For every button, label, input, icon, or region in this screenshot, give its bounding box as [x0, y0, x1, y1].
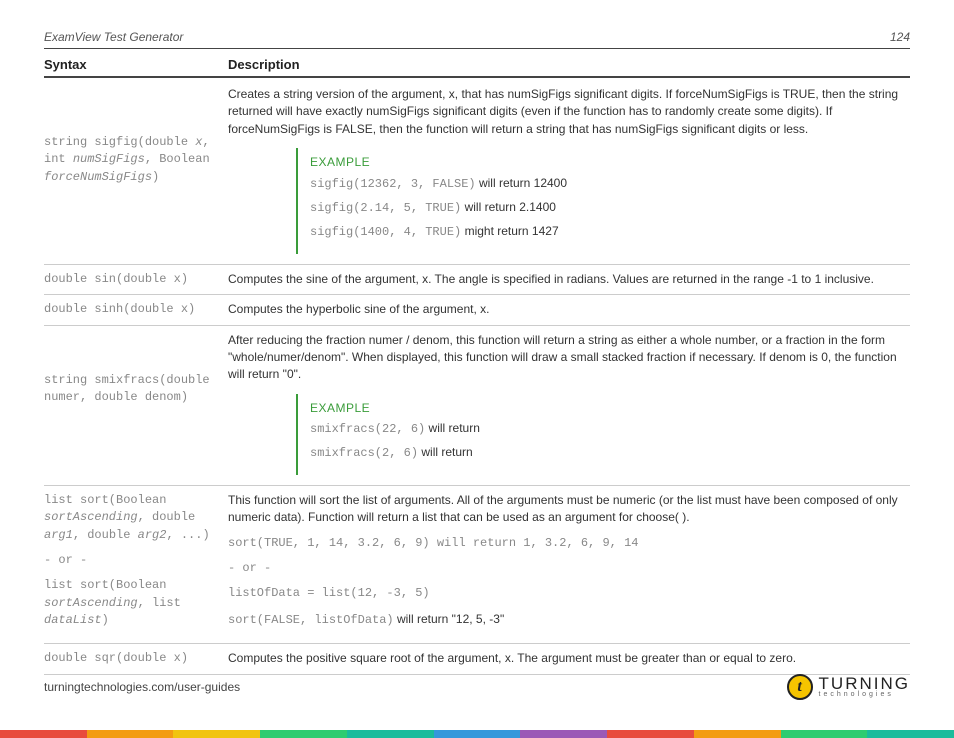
example-box: EXAMPLE sigfig(12362, 3, FALSE) will ret… — [296, 148, 910, 254]
code-line: sort(FALSE, listOfData) will return "12,… — [228, 611, 910, 629]
desc-cell-sin: Computes the sine of the argument, x. Th… — [228, 271, 910, 288]
document-page: ExamView Test Generator 124 Syntax Descr… — [0, 0, 954, 738]
desc-cell-smixfracs: After reducing the fraction numer / deno… — [228, 332, 910, 479]
syntax-cell-sort: list sort(Boolean sortAscending, double … — [44, 492, 228, 637]
example-line: smixfracs(22, 6) will return — [310, 420, 910, 438]
doc-title: ExamView Test Generator — [44, 30, 183, 44]
rainbow-border — [0, 730, 954, 738]
table-row: double sin(double x) Computes the sine o… — [44, 265, 910, 295]
col-header-syntax: Syntax — [44, 57, 228, 72]
turning-logo: t TURNING technologies — [787, 674, 910, 700]
table-row: string smixfracs(double numer, double de… — [44, 326, 910, 486]
or-separator: - or - — [44, 552, 220, 569]
syntax-cell-sigfig: string sigfig(double x, int numSigFigs, … — [44, 86, 228, 258]
syntax-cell-sinh: double sinh(double x) — [44, 301, 228, 318]
example-line: sigfig(1400, 4, TRUE) might return 1427 — [310, 223, 910, 241]
table-row: string sigfig(double x, int numSigFigs, … — [44, 80, 910, 265]
desc-text: Creates a string version of the argument… — [228, 86, 910, 138]
syntax-cell-smixfracs: string smixfracs(double numer, double de… — [44, 332, 228, 479]
syntax-cell-sqr: double sqr(double x) — [44, 650, 228, 667]
footer-url: turningtechnologies.com/user-guides — [44, 680, 240, 694]
example-line: smixfracs(2, 6) will return — [310, 444, 910, 462]
desc-cell-sigfig: Creates a string version of the argument… — [228, 86, 910, 258]
logo-icon: t — [787, 674, 813, 700]
code-line: sort(TRUE, 1, 14, 3.2, 6, 9) will return… — [228, 535, 910, 552]
desc-cell-sqr: Computes the positive square root of the… — [228, 650, 910, 667]
example-line: sigfig(2.14, 5, TRUE) will return 2.1400 — [310, 199, 910, 217]
desc-text: This function will sort the list of argu… — [228, 492, 910, 527]
desc-text: After reducing the fraction numer / deno… — [228, 332, 910, 384]
desc-cell-sort: This function will sort the list of argu… — [228, 492, 910, 637]
table-row: double sinh(double x) Computes the hyper… — [44, 295, 910, 325]
col-header-description: Description — [228, 57, 910, 72]
table-row: double sqr(double x) Computes the positi… — [44, 644, 910, 674]
table-header-row: Syntax Description — [44, 57, 910, 78]
example-box: EXAMPLE smixfracs(22, 6) will return smi… — [296, 394, 910, 475]
example-line: sigfig(12362, 3, FALSE) will return 1240… — [310, 175, 910, 193]
code-line: listOfData = list(12, -3, 5) — [228, 585, 910, 602]
table-row: list sort(Boolean sortAscending, double … — [44, 486, 910, 644]
syntax-cell-sin: double sin(double x) — [44, 271, 228, 288]
or-separator: - or - — [228, 560, 910, 577]
example-label: EXAMPLE — [310, 400, 910, 417]
logo-text: TURNING technologies — [819, 676, 910, 698]
page-header: ExamView Test Generator 124 — [44, 30, 910, 49]
page-number: 124 — [890, 30, 910, 44]
desc-cell-sinh: Computes the hyperbolic sine of the argu… — [228, 301, 910, 318]
page-footer: turningtechnologies.com/user-guides t TU… — [44, 674, 910, 700]
example-label: EXAMPLE — [310, 154, 910, 171]
